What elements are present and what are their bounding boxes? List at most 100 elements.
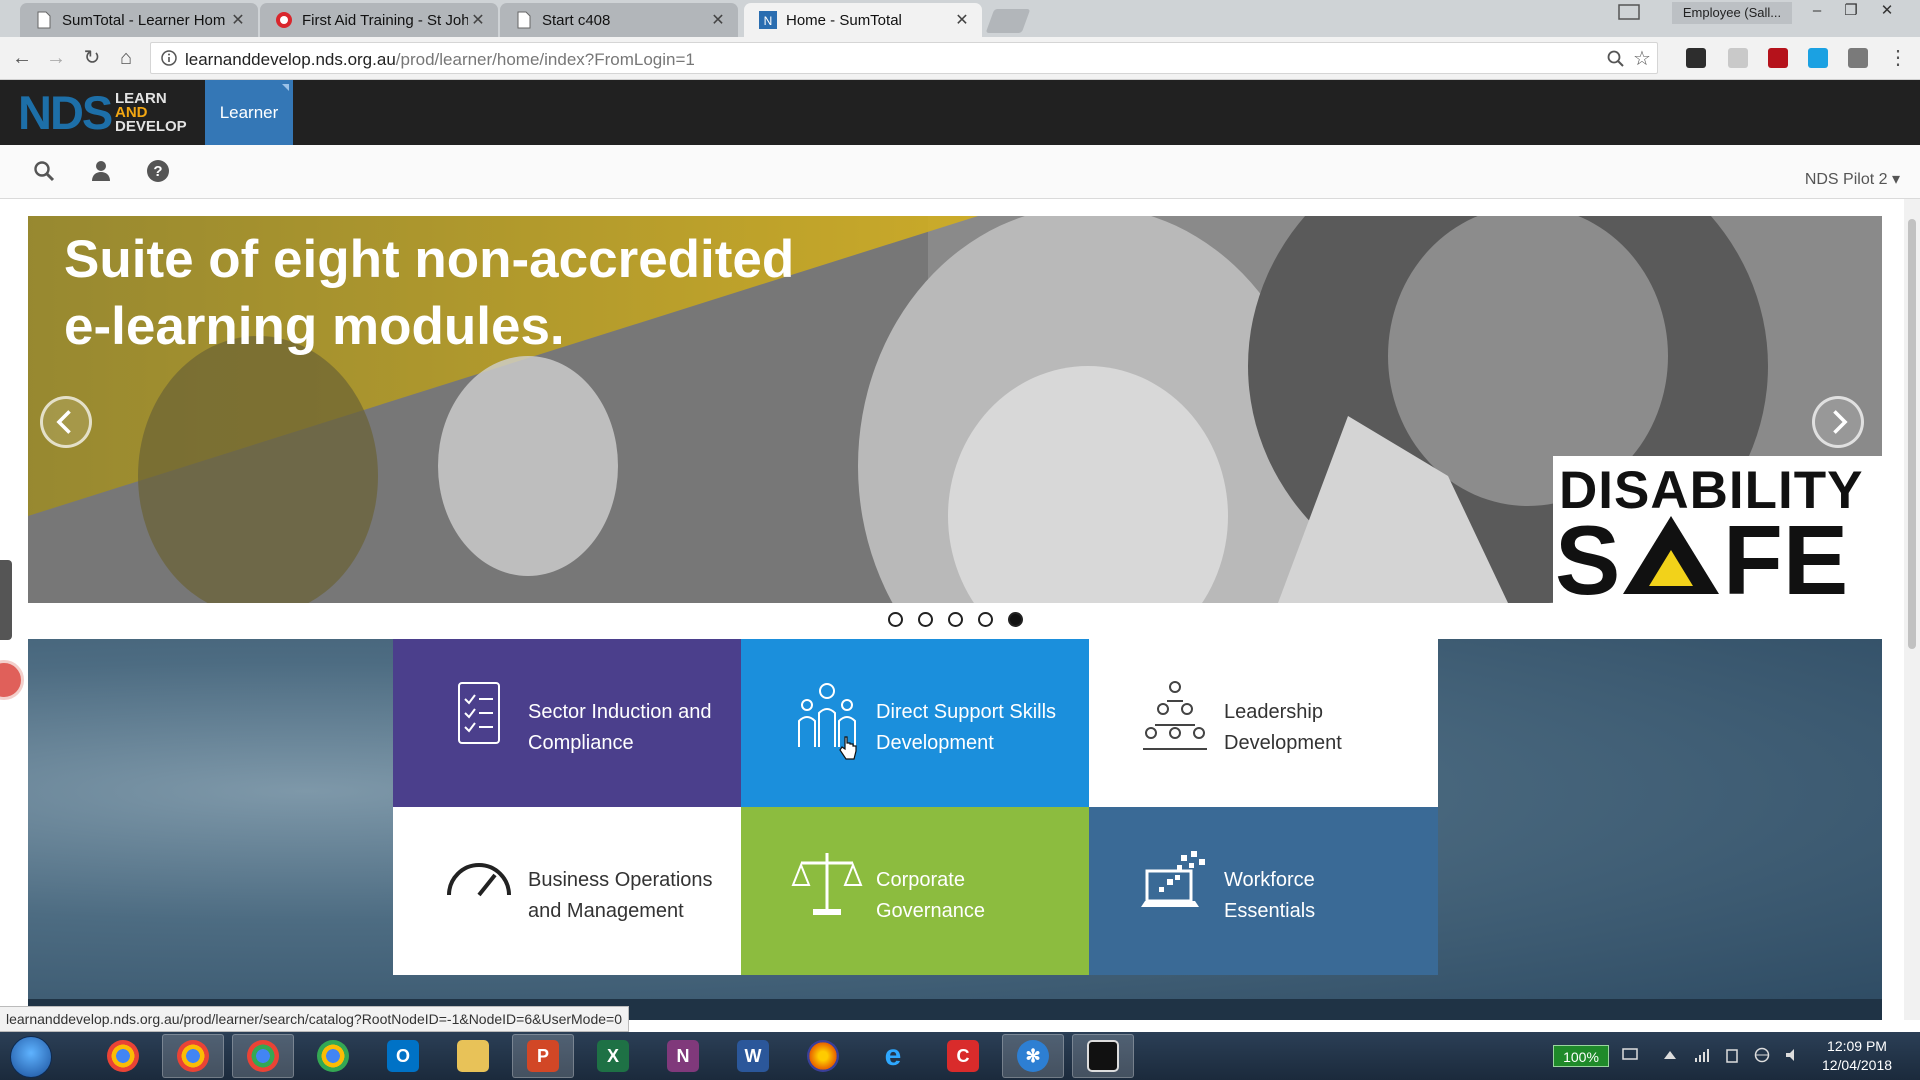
taskbar-app-firefox[interactable] [792,1034,854,1078]
acrobat-icon[interactable] [1768,48,1788,68]
hero-headline: Suite of eight non-accredited e-learning… [64,226,844,360]
windows-taskbar: O P X N W e C ✻ 100% 12:09 PM 12/04/2018 [0,1032,1920,1080]
browser-tab-3[interactable]: Start c408 ✕ [500,3,738,37]
carousel-dot-5[interactable] [1008,612,1023,627]
nav-tab-learner[interactable]: Learner [205,80,293,145]
logo-tagline: LEARN AND DEVELOP [115,91,187,134]
category-tile-corporate-governance[interactable]: Corporate Governance [741,807,1090,975]
reload-icon[interactable]: ↻ [80,46,104,70]
user-icon[interactable] [89,159,113,183]
logo-wordmark: NDS [18,86,113,139]
taskbar-app-explorer[interactable] [442,1034,504,1078]
tab-title: Start c408 [542,11,611,29]
taskbar-app-ccleaner[interactable]: C [932,1034,994,1078]
carousel-next-icon[interactable] [1812,396,1864,448]
extension-icon[interactable] [1848,48,1868,68]
category-tile-sector-induction[interactable]: Sector Induction and Compliance [393,639,742,807]
close-icon[interactable]: ✕ [708,10,728,30]
category-tile-leadership[interactable]: Leadership Development [1089,639,1438,807]
category-label: Workforce Essentials [1224,865,1424,927]
category-tile-business-operations[interactable]: Business Operations and Management [393,807,742,975]
monitor-icon[interactable] [1622,1047,1638,1063]
category-label-line1: Corporate [876,869,965,891]
taskbar-app-settings[interactable]: ✻ [1002,1034,1064,1078]
folder-icon [457,1040,489,1072]
taskbar-app-chrome[interactable] [92,1034,154,1078]
scrollbar-thumb[interactable] [1908,219,1916,649]
clock-time: 12:09 PM [1827,1038,1887,1054]
tab-title: First Aid Training - St Joh [302,11,468,29]
browser-tab-2[interactable]: First Aid Training - St Joh ✕ [260,3,498,37]
taskbar-app-onenote[interactable]: N [652,1034,714,1078]
side-widget-handle[interactable] [0,560,12,640]
page-scrollbar[interactable] [1904,199,1920,1020]
taskbar-app-ie[interactable]: e [862,1034,924,1078]
skype-icon[interactable] [1808,48,1828,68]
system-clock[interactable]: 12:09 PM 12/04/2018 [1812,1037,1902,1075]
browser-tab-1[interactable]: SumTotal - Learner Hom ✕ [20,3,258,37]
search-icon[interactable] [32,159,56,183]
tray-expand-icon[interactable] [1662,1047,1678,1063]
taskbar-app-chrome[interactable] [302,1034,364,1078]
minimize-button[interactable]: – [1800,0,1834,22]
taskbar-app-capture[interactable] [1072,1034,1134,1078]
gauge-icon [447,863,511,897]
home-icon[interactable]: ⌂ [114,46,138,70]
brand-safe-mark: S FE [1555,512,1848,600]
start-button[interactable] [10,1036,52,1078]
extension-icon[interactable] [1686,48,1706,68]
caret-down-icon: ▾ [1891,171,1900,188]
carousel-prev-icon[interactable] [40,396,92,448]
network-globe-icon[interactable] [1754,1047,1770,1063]
taskbar-app-outlook[interactable]: O [372,1034,434,1078]
category-tile-workforce-essentials[interactable]: Workforce Essentials [1089,807,1438,975]
profile-badge[interactable]: Employee (Sall... [1672,2,1792,24]
carousel-dot-1[interactable] [888,612,903,627]
taskbar-app-chrome[interactable] [232,1034,294,1078]
url-path: /prod/learner/home/index?FromLogin=1 [395,50,695,69]
volume-icon[interactable] [1784,1047,1800,1063]
category-label: Business Operations and Management [528,865,728,927]
taskbar-app-chrome[interactable] [162,1034,224,1078]
nav-tab-label: Learner [219,103,279,122]
onenote-icon: N [667,1040,699,1072]
hero-carousel[interactable]: Suite of eight non-accredited e-learning… [28,216,1882,603]
browser-tab-4[interactable]: N Home - SumTotal ✕ [744,3,982,37]
window-close-button[interactable]: ✕ [1870,0,1904,22]
back-icon[interactable]: ← [10,46,34,70]
carousel-dot-4[interactable] [978,612,993,627]
url-text: learnanddevelop.nds.org.au/prod/learner/… [185,50,695,70]
cast-icon[interactable] [1618,4,1640,20]
help-icon[interactable]: ? [146,159,170,183]
address-bar[interactable]: learnanddevelop.nds.org.au/prod/learner/… [150,42,1658,74]
new-tab-button[interactable] [985,9,1031,33]
close-icon[interactable]: ✕ [468,10,488,30]
extension-icon[interactable] [1728,48,1748,68]
taskbar-app-powerpoint[interactable]: P [512,1034,574,1078]
carousel-dot-2[interactable] [918,612,933,627]
forward-icon[interactable]: → [44,46,68,70]
close-icon[interactable]: ✕ [952,10,972,30]
taskbar-app-excel[interactable]: X [582,1034,644,1078]
signal-icon[interactable] [1694,1047,1710,1063]
zoom-icon[interactable] [1607,50,1625,68]
tab-title: Home - SumTotal [786,11,902,29]
info-icon[interactable] [161,50,177,66]
nds-logo[interactable]: NDS LEARN AND DEVELOP [18,89,193,137]
taskbar-app-word[interactable]: W [722,1034,784,1078]
laptop-pixels-icon [1141,851,1205,907]
restore-button[interactable]: ❐ [1834,0,1868,22]
battery-indicator[interactable]: 100% [1553,1045,1609,1067]
category-label: Leadership Development [1224,697,1424,759]
menu-icon[interactable]: ⋮ [1886,46,1910,70]
org-switcher-dropdown[interactable]: NDS Pilot 2 ▾ [1805,169,1900,189]
hand-cursor-icon [839,736,857,760]
category-tile-direct-support[interactable]: Direct Support Skills Development [741,639,1090,807]
power-icon[interactable] [1724,1047,1740,1063]
bookmark-star-icon[interactable]: ☆ [1633,49,1651,69]
close-icon[interactable]: ✕ [228,10,248,30]
carousel-dot-3[interactable] [948,612,963,627]
excel-icon: X [597,1040,629,1072]
category-label-line1: Sector Induction and [528,701,712,723]
screen-capture-icon [1087,1040,1119,1072]
